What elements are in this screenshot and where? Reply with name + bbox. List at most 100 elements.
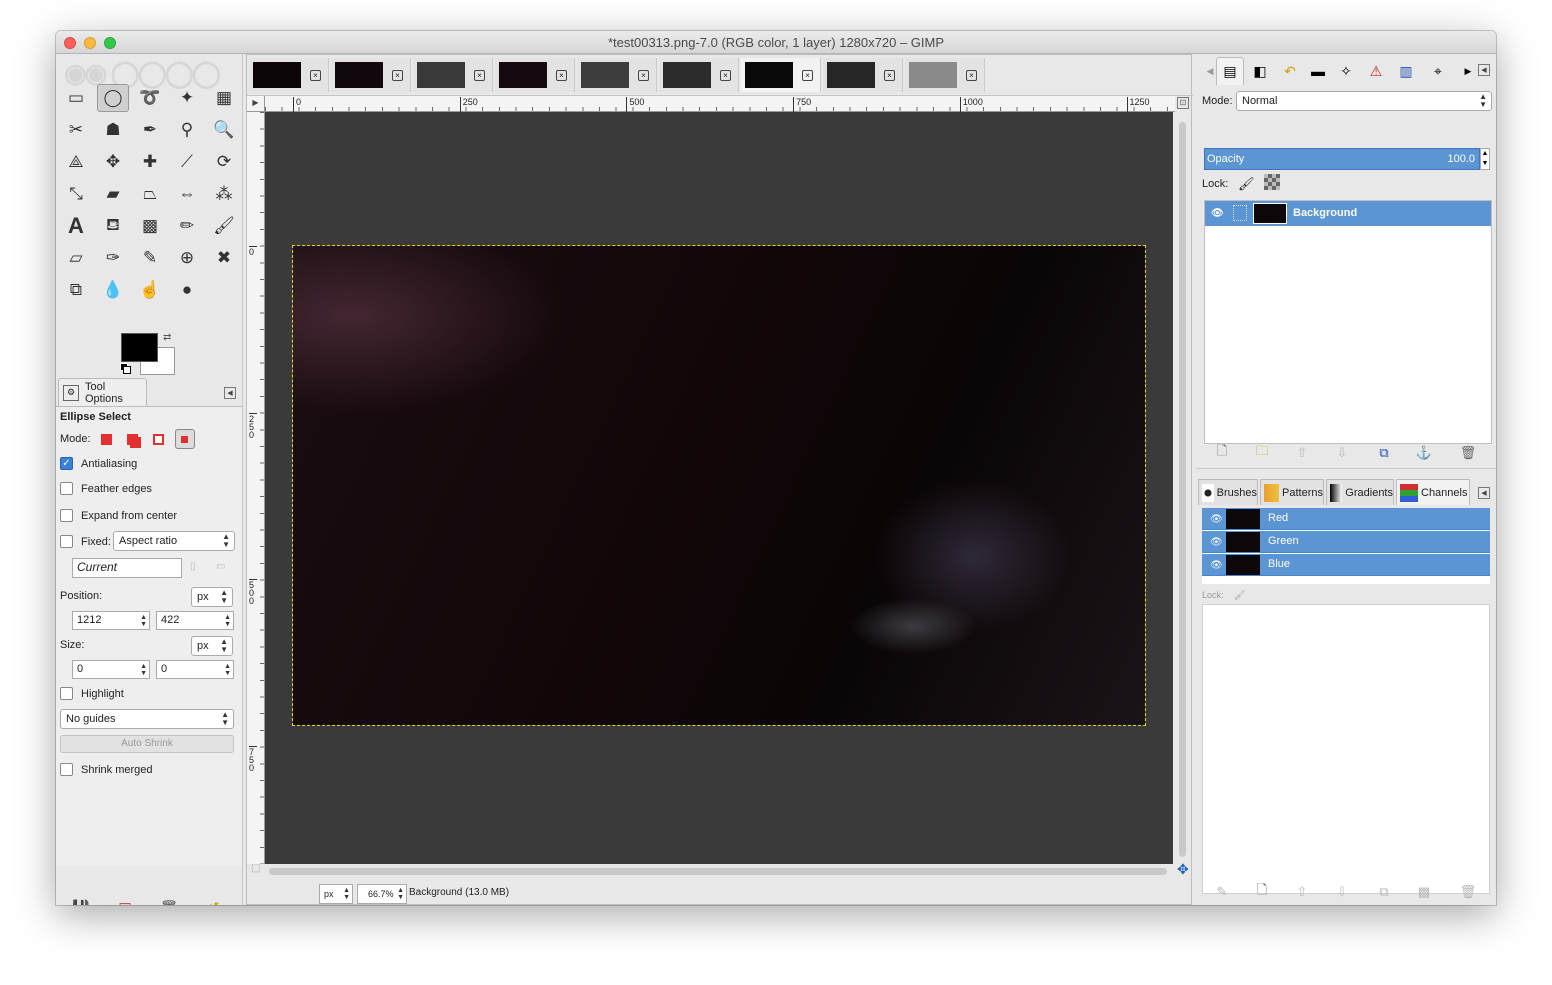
- new-channel-icon[interactable]: 🗋: [1252, 882, 1272, 902]
- zoom-icon[interactable]: 🔍: [208, 116, 240, 144]
- text-icon[interactable]: A: [60, 212, 92, 240]
- delete-options-icon[interactable]: 🗑: [158, 897, 180, 906]
- tab-channels[interactable]: Channels: [1396, 479, 1470, 505]
- perspective-icon[interactable]: ⏢: [134, 180, 166, 208]
- tab-channels-mini[interactable]: ◧: [1246, 57, 1274, 85]
- image-tab[interactable]: ×: [577, 58, 657, 92]
- new-layer-group-icon[interactable]: 🗀: [1252, 443, 1272, 463]
- layer-visibility-eye-icon[interactable]: 👁: [1211, 208, 1224, 219]
- image-tab[interactable]: ×: [741, 58, 821, 92]
- paths-icon[interactable]: ✒: [134, 116, 166, 144]
- opacity-slider[interactable]: Opacity 100.0: [1204, 148, 1480, 170]
- lower-layer-icon[interactable]: ⇩: [1332, 443, 1352, 463]
- foreground-color-swatch[interactable]: [121, 333, 158, 362]
- layer-mode-combo[interactable]: Normal ▲ ▼: [1236, 91, 1492, 111]
- navigate-icon[interactable]: ✥: [1177, 861, 1189, 878]
- foreground-select-icon[interactable]: ☗: [97, 116, 129, 144]
- new-layer-icon[interactable]: 🗋: [1212, 443, 1232, 463]
- mode-add-button[interactable]: [123, 429, 143, 449]
- bucket-fill-icon[interactable]: ⛾: [97, 212, 129, 240]
- dock-separator[interactable]: [1196, 468, 1496, 474]
- mode-subtract-button[interactable]: [149, 429, 169, 449]
- close-tab-icon[interactable]: ×: [556, 70, 567, 81]
- channel-visibility-eye-icon[interactable]: 👁: [1210, 514, 1223, 525]
- antialiasing-checkbox[interactable]: ✓: [60, 457, 73, 470]
- channel-lock-pixels-icon[interactable]: 🖌: [1234, 590, 1245, 600]
- highlight-checkbox[interactable]: [60, 687, 73, 700]
- free-select-icon[interactable]: ➰: [134, 84, 166, 112]
- opacity-spin-icon[interactable]: ▲ ▼: [1480, 148, 1490, 170]
- fuzzy-select-icon[interactable]: ✦: [171, 84, 203, 112]
- close-tab-icon[interactable]: ×: [310, 70, 321, 81]
- raise-channel-icon[interactable]: ⇧: [1292, 882, 1312, 902]
- rect-select-icon[interactable]: ▭: [60, 84, 92, 112]
- image-tab[interactable]: ×: [331, 58, 411, 92]
- spin-arrows-icon[interactable]: ▲ ▼: [224, 614, 231, 628]
- zoom-combo[interactable]: 66.7% ▲ ▼: [357, 884, 407, 904]
- raise-layer-icon[interactable]: ⇧: [1292, 443, 1312, 463]
- color-picker-icon[interactable]: ⚲: [171, 116, 203, 144]
- rotate-icon[interactable]: ⟳: [208, 148, 240, 176]
- dodge-burn-icon[interactable]: ●: [171, 276, 203, 304]
- airbrush-icon[interactable]: ✑: [97, 244, 129, 272]
- blur-icon[interactable]: 💧: [97, 276, 129, 304]
- perspective-clone-icon[interactable]: ⧉: [60, 276, 92, 304]
- shear-icon[interactable]: ▰: [97, 180, 129, 208]
- portrait-icon[interactable]: ▯: [190, 561, 196, 572]
- swap-colors-icon[interactable]: ⇄: [163, 332, 171, 343]
- close-tab-icon[interactable]: ×: [720, 70, 731, 81]
- image-canvas[interactable]: [292, 245, 1146, 726]
- position-x-field[interactable]: 1212 ▲ ▼: [72, 611, 150, 630]
- spin-arrows-icon[interactable]: ▲ ▼: [140, 663, 147, 677]
- restore-options-icon[interactable]: ▣: [114, 897, 136, 906]
- delete-layer-icon[interactable]: 🗑: [1458, 443, 1478, 463]
- auto-shrink-button[interactable]: Auto Shrink: [60, 735, 234, 753]
- horizontal-ruler[interactable]: 0 250 500 750 1000 1250: [265, 96, 1175, 112]
- heal-icon[interactable]: ✖: [208, 244, 240, 272]
- expand-from-center-checkbox[interactable]: [60, 509, 73, 522]
- layers-panel-menu-icon[interactable]: ◀: [1478, 64, 1490, 76]
- feather-edges-row[interactable]: Feather edges: [60, 482, 152, 495]
- close-tab-icon[interactable]: ×: [638, 70, 649, 81]
- tab-undo-history[interactable]: ↶: [1276, 57, 1304, 85]
- clone-icon[interactable]: ⊕: [171, 244, 203, 272]
- scissors-select-icon[interactable]: ✂: [60, 116, 92, 144]
- fixed-checkbox[interactable]: [60, 535, 73, 548]
- tab-layers[interactable]: ▤: [1216, 57, 1244, 85]
- tab-pointer[interactable]: ⌖: [1424, 57, 1452, 85]
- scale-icon[interactable]: ⤡: [60, 180, 92, 208]
- tab-error-console[interactable]: ⚠: [1362, 57, 1390, 85]
- tab-tool-options[interactable]: ⚙ Tool Options: [58, 378, 147, 406]
- position-unit-combo[interactable]: px ▲ ▼: [191, 587, 233, 607]
- image-tab[interactable]: ×: [823, 58, 903, 92]
- edit-channel-icon[interactable]: ✎: [1212, 882, 1232, 902]
- image-tab[interactable]: ×: [249, 58, 329, 92]
- tab-patterns[interactable]: Patterns: [1260, 479, 1324, 505]
- align-icon[interactable]: ✚: [134, 148, 166, 176]
- channel-visibility-eye-icon[interactable]: 👁: [1210, 537, 1223, 548]
- size-h-field[interactable]: 0 ▲ ▼: [156, 660, 234, 679]
- tab-gradients[interactable]: Gradients: [1326, 479, 1394, 505]
- close-tab-icon[interactable]: ×: [392, 70, 403, 81]
- vertical-ruler[interactable]: 0 250 500 750: [247, 112, 265, 864]
- reset-options-icon[interactable]: ↺: [203, 897, 225, 906]
- duplicate-channel-icon[interactable]: ⧉: [1374, 882, 1394, 902]
- close-tab-icon[interactable]: ×: [802, 70, 813, 81]
- image-tab[interactable]: ×: [905, 58, 985, 92]
- layer-row-background[interactable]: 👁 Background: [1205, 201, 1491, 226]
- ruler-corner-menu[interactable]: ▶: [247, 96, 265, 112]
- lock-alpha-icon[interactable]: [1264, 174, 1280, 190]
- move-icon[interactable]: ✥: [97, 148, 129, 176]
- position-y-field[interactable]: 422 ▲ ▼: [156, 611, 234, 630]
- horizontal-scrollbar[interactable]: [269, 865, 1171, 877]
- expand-from-center-row[interactable]: Expand from center: [60, 509, 177, 522]
- panel-menu-icon[interactable]: ◀: [224, 387, 236, 399]
- landscape-icon[interactable]: ▭: [216, 561, 225, 572]
- tab-brushes[interactable]: Brushes: [1198, 479, 1258, 505]
- lock-pixels-icon[interactable]: 🖌: [1238, 176, 1255, 192]
- channel-visibility-eye-icon[interactable]: 👁: [1210, 560, 1223, 571]
- size-unit-combo[interactable]: px ▲ ▼: [191, 636, 233, 656]
- antialiasing-row[interactable]: ✓ Antialiasing: [60, 457, 137, 470]
- image-tab[interactable]: ×: [495, 58, 575, 92]
- size-w-field[interactable]: 0 ▲ ▼: [72, 660, 150, 679]
